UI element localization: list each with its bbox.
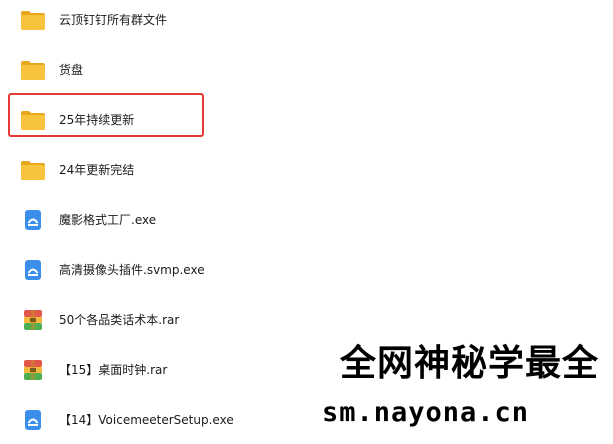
file-name: 24年更新完结 <box>59 163 135 177</box>
watermark: 全网神秘学最全 sm.nayona.cn <box>322 334 613 444</box>
installer-icon <box>20 408 46 432</box>
list-item[interactable]: 25年持续更新 <box>0 100 613 140</box>
folder-icon <box>20 8 46 32</box>
list-item[interactable]: 云顶钉钉所有群文件 <box>0 0 613 40</box>
file-name: 云顶钉钉所有群文件 <box>59 13 168 27</box>
file-browser: 云顶钉钉所有群文件 货盘 25年持续更新 24年更新完结 魔影格式工厂.exe … <box>0 0 613 444</box>
list-item[interactable]: 魔影格式工厂.exe <box>0 200 613 240</box>
watermark-url: sm.nayona.cn <box>322 397 530 428</box>
file-name: 高清摄像头插件.svmp.exe <box>59 263 205 277</box>
installer-icon <box>20 258 46 282</box>
file-name: 25年持续更新 <box>59 113 135 127</box>
archive-icon <box>20 358 46 382</box>
file-name: 【15】桌面时钟.rar <box>59 363 168 377</box>
file-name: 魔影格式工厂.exe <box>59 213 157 227</box>
folder-icon <box>20 108 46 132</box>
installer-icon <box>20 208 46 232</box>
file-name: 货盘 <box>59 63 84 77</box>
folder-icon <box>20 158 46 182</box>
folder-icon <box>20 58 46 82</box>
list-item[interactable]: 高清摄像头插件.svmp.exe <box>0 250 613 290</box>
watermark-title: 全网神秘学最全 <box>340 343 600 384</box>
archive-icon <box>20 308 46 332</box>
file-name: 50个各品类话术本.rar <box>59 313 180 327</box>
list-item[interactable]: 货盘 <box>0 50 613 90</box>
file-name: 【14】VoicemeeterSetup.exe <box>59 413 234 427</box>
list-item[interactable]: 24年更新完结 <box>0 150 613 190</box>
